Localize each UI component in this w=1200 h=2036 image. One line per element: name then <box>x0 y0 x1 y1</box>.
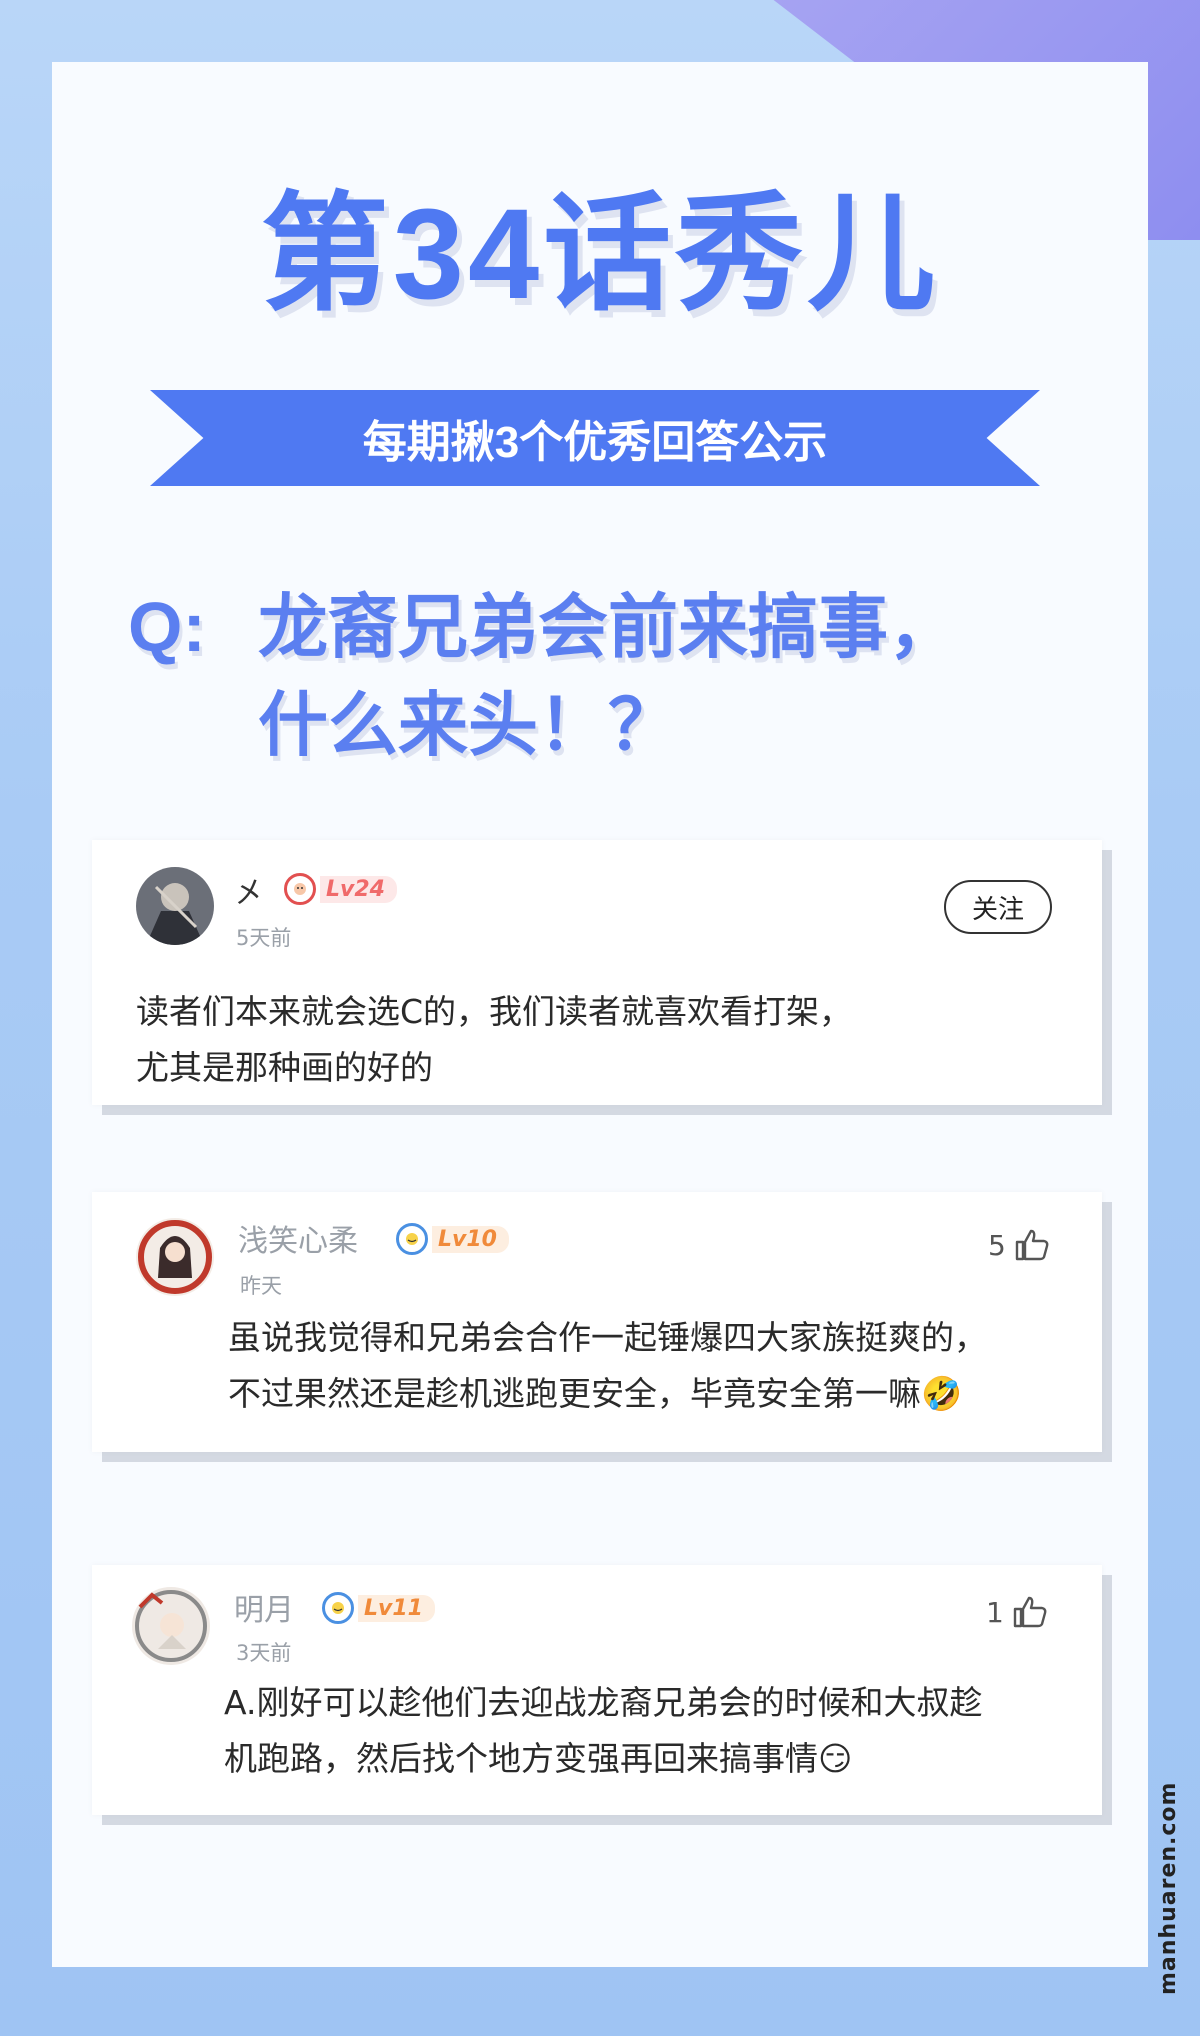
level-badge: Lv10 <box>396 1222 509 1256</box>
username[interactable]: 㐅 <box>234 868 264 912</box>
watermark: manhuaren.com <box>1156 1781 1181 1995</box>
avatar[interactable] <box>136 1218 214 1296</box>
post-time: 3天前 <box>236 1641 292 1665</box>
level-icon <box>322 1592 354 1624</box>
like-count: 5 <box>988 1228 1006 1262</box>
comment-text-line-1: 读者们本来就会选C的，我们读者就喜欢看打架， <box>136 992 853 1031</box>
comment-text-line-1: 虽说我觉得和兄弟会合作一起锤爆四大家族挺爽的， <box>228 1318 987 1357</box>
avatar[interactable] <box>132 1587 210 1665</box>
comment-card: 明月 Lv11 3天前 1 A.刚好可以趁他们去迎战龙裔兄弟会的时候和大叔趁 机… <box>92 1565 1102 1815</box>
comment-text: 虽说我觉得和兄弟会合作一起锤爆四大家族挺爽的， 不过果然还是趁机逃跑更安全，毕竟… <box>228 1310 987 1422</box>
ribbon-text: 每期揪3个优秀回答公示 <box>362 418 828 467</box>
question-heading: Q: 龙裔兄弟会前来搞事， 什么来头！？ <box>128 578 1088 774</box>
level-text: Lv11 <box>358 1594 435 1622</box>
level-text: Lv24 <box>320 875 397 903</box>
comment-text-line-2: 机跑路，然后找个地方变强再回来搞事情😏 <box>224 1739 853 1778</box>
question-line-2: 什么来头！？ <box>258 686 678 764</box>
follow-button[interactable]: 关注 <box>944 880 1052 934</box>
avatar[interactable] <box>136 867 214 945</box>
level-badge: Lv11 <box>322 1591 435 1625</box>
level-badge: Lv24 <box>284 872 397 906</box>
username[interactable]: 明月 <box>234 1585 294 1629</box>
page-title: 第34话秀儿 <box>260 183 940 326</box>
post-time: 昨天 <box>240 1274 282 1298</box>
like-button[interactable]: 1 <box>986 1595 1048 1629</box>
comment-text-line-1: A.刚好可以趁他们去迎战龙裔兄弟会的时候和大叔趁 <box>224 1683 983 1722</box>
comment-text-line-2: 尤其是那种画的好的 <box>136 1048 433 1087</box>
thumbs-up-icon <box>1013 1596 1047 1628</box>
comment-text-line-2: 不过果然还是趁机逃跑更安全，毕竟安全第一嘛🤣 <box>228 1374 963 1413</box>
post-time: 5天前 <box>236 926 292 950</box>
thumbs-up-icon <box>1015 1229 1049 1261</box>
like-button[interactable]: 5 <box>988 1228 1050 1262</box>
like-count: 1 <box>986 1595 1004 1629</box>
question-line-1: 龙裔兄弟会前来搞事， <box>258 588 958 666</box>
level-icon <box>284 873 316 905</box>
comment-card: 浅笑心柔 Lv10 昨天 5 虽说我觉得和兄弟会合作一起锤爆四大家族挺爽的， 不… <box>92 1192 1102 1452</box>
level-icon <box>396 1223 428 1255</box>
comment-card: 㐅 Lv24 5天前 关注 读者们本来就会选C的，我们读者就喜欢看打架， 尤其是… <box>92 840 1102 1105</box>
username[interactable]: 浅笑心柔 <box>238 1216 358 1260</box>
question-prefix: Q: <box>128 588 206 666</box>
level-text: Lv10 <box>432 1225 509 1253</box>
comment-text: A.刚好可以趁他们去迎战龙裔兄弟会的时候和大叔趁 机跑路，然后找个地方变强再回来… <box>224 1675 982 1787</box>
comment-text: 读者们本来就会选C的，我们读者就喜欢看打架， 尤其是那种画的好的 <box>136 984 852 1096</box>
